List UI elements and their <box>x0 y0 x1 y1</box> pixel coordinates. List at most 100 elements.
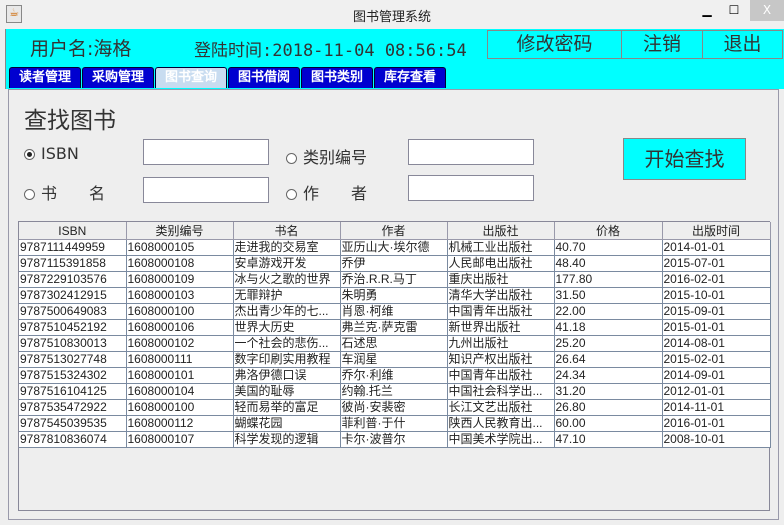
table-cell[interactable]: 九州出版社 <box>447 335 555 352</box>
table-cell[interactable]: 9787115391858 <box>19 255 127 272</box>
book-name-input[interactable] <box>143 177 269 203</box>
table-row[interactable]: 9787810836074 1608000107 科学发现的逻辑 卡尔·波普尔 中国美术… <box>19 431 771 448</box>
table-cell[interactable]: 2015-10-01 <box>662 287 771 304</box>
table-cell[interactable]: 蝴蝶花园 <box>233 415 341 432</box>
minimize-button[interactable]: ▁ <box>693 0 721 21</box>
table-cell[interactable]: 重庆出版社 <box>447 271 555 288</box>
table-cell[interactable]: 1608000100 <box>126 399 234 416</box>
table-cell[interactable]: 机械工业出版社 <box>447 239 555 256</box>
table-cell[interactable]: 世界大历史 <box>233 319 341 336</box>
radio-isbn[interactable]: ISBN <box>24 144 79 163</box>
table-row[interactable]: 9787115391858 1608000108 安卓游戏开发 乔伊 人民邮电出版社 48… <box>19 255 771 272</box>
table-cell[interactable]: 车润星 <box>340 351 448 368</box>
table-cell[interactable]: 2014-09-01 <box>662 367 771 384</box>
table-cell[interactable]: 26.64 <box>554 351 663 368</box>
table-row[interactable]: 9787229103576 1608000109 冰与火之歌的世界 乔治.R.R.马丁… <box>19 271 771 288</box>
table-cell[interactable]: 1608000103 <box>126 287 234 304</box>
category-input[interactable] <box>408 139 534 165</box>
table-cell[interactable]: 朱明勇 <box>340 287 448 304</box>
table-cell[interactable]: 41.18 <box>554 319 663 336</box>
table-cell[interactable]: 冰与火之歌的世界 <box>233 271 341 288</box>
table-cell[interactable]: 2016-02-01 <box>662 271 771 288</box>
table-row[interactable]: 9787545039535 1608000112 蝴蝶花园 菲利普·于什 陕西人民教育出… <box>19 415 771 432</box>
table-cell[interactable]: 美国的耻辱 <box>233 383 341 400</box>
tab-book-search[interactable]: 图书查询 <box>155 67 227 88</box>
table-cell[interactable]: 9787229103576 <box>19 271 127 288</box>
table-cell[interactable]: 亚历山大·埃尔德 <box>340 239 448 256</box>
table-cell[interactable]: 新世界出版社 <box>447 319 555 336</box>
table-cell[interactable]: 9787302412915 <box>19 287 127 304</box>
table-cell[interactable]: 安卓游戏开发 <box>233 255 341 272</box>
table-cell[interactable]: 中国美术学院出... <box>447 431 555 448</box>
column-header[interactable]: ISBN <box>19 222 127 240</box>
table-cell[interactable]: 1608000105 <box>126 239 234 256</box>
table-cell[interactable]: 48.40 <box>554 255 663 272</box>
table-cell[interactable]: 9787510830013 <box>19 335 127 352</box>
table-cell[interactable]: 9787545039535 <box>19 415 127 432</box>
isbn-input[interactable] <box>143 139 269 165</box>
table-cell[interactable]: 1608000104 <box>126 383 234 400</box>
table-cell[interactable]: 卡尔·波普尔 <box>340 431 448 448</box>
table-row[interactable]: 9787535472922 1608000100 轻而易举的富足 彼尚·安裴密 长江文艺… <box>19 399 771 416</box>
table-cell[interactable]: 数字印刷实用教程 <box>233 351 341 368</box>
table-cell[interactable]: 彼尚·安裴密 <box>340 399 448 416</box>
column-header[interactable]: 出版社 <box>447 222 555 240</box>
tab-purchase-management[interactable]: 采购管理 <box>82 67 154 88</box>
table-cell[interactable]: 无罪辩护 <box>233 287 341 304</box>
table-cell[interactable]: 2012-01-01 <box>662 383 771 400</box>
table-cell[interactable]: 22.00 <box>554 303 663 320</box>
table-cell[interactable]: 约翰.托兰 <box>340 383 448 400</box>
table-cell[interactable]: 9787500649083 <box>19 303 127 320</box>
column-header[interactable]: 书名 <box>233 222 341 240</box>
table-cell[interactable]: 9787513027748 <box>19 351 127 368</box>
table-cell[interactable]: 肖恩·柯维 <box>340 303 448 320</box>
tab-book-borrow[interactable]: 图书借阅 <box>228 67 300 88</box>
table-cell[interactable]: 1608000111 <box>126 351 234 368</box>
table-cell[interactable]: 菲利普·于什 <box>340 415 448 432</box>
table-cell[interactable]: 1608000109 <box>126 271 234 288</box>
table-cell[interactable]: 杰出青少年的七... <box>233 303 341 320</box>
maximize-button[interactable]: ☐ <box>720 0 748 21</box>
table-cell[interactable]: 2014-01-01 <box>662 239 771 256</box>
table-cell[interactable]: 60.00 <box>554 415 663 432</box>
logout-button[interactable]: 注销 <box>621 30 703 59</box>
table-cell[interactable]: 2014-11-01 <box>662 399 771 416</box>
table-cell[interactable]: 一个社会的悲伤... <box>233 335 341 352</box>
table-row[interactable]: 9787510452192 1608000106 世界大历史 弗兰克·萨克雷 新世界出版… <box>19 319 771 336</box>
table-cell[interactable]: 1608000100 <box>126 303 234 320</box>
table-cell[interactable]: 知识产权出版社 <box>447 351 555 368</box>
column-header[interactable]: 类别编号 <box>126 222 234 240</box>
table-cell[interactable]: 科学发现的逻辑 <box>233 431 341 448</box>
table-cell[interactable]: 清华大学出版社 <box>447 287 555 304</box>
table-cell[interactable]: 1608000107 <box>126 431 234 448</box>
table-cell[interactable]: 2015-09-01 <box>662 303 771 320</box>
table-cell[interactable]: 9787516104125 <box>19 383 127 400</box>
table-cell[interactable]: 24.34 <box>554 367 663 384</box>
table-cell[interactable]: 轻而易举的富足 <box>233 399 341 416</box>
table-cell[interactable]: 9787535472922 <box>19 399 127 416</box>
table-cell[interactable]: 中国社会科学出... <box>447 383 555 400</box>
table-cell[interactable]: 乔治.R.R.马丁 <box>340 271 448 288</box>
table-cell[interactable]: 2015-01-01 <box>662 319 771 336</box>
table-cell[interactable]: 40.70 <box>554 239 663 256</box>
column-header[interactable]: 出版时间 <box>662 222 771 240</box>
column-header[interactable]: 价格 <box>554 222 663 240</box>
table-cell[interactable]: 1608000102 <box>126 335 234 352</box>
radio-author[interactable]: 作 者 <box>286 180 367 204</box>
table-cell[interactable]: 陕西人民教育出... <box>447 415 555 432</box>
table-cell[interactable]: 人民邮电出版社 <box>447 255 555 272</box>
table-cell[interactable]: 乔伊 <box>340 255 448 272</box>
table-cell[interactable]: 25.20 <box>554 335 663 352</box>
change-password-button[interactable]: 修改密码 <box>487 30 622 59</box>
table-cell[interactable]: 中国青年出版社 <box>447 367 555 384</box>
tab-inventory[interactable]: 库存查看 <box>374 67 446 88</box>
table-cell[interactable]: 31.50 <box>554 287 663 304</box>
radio-category[interactable]: 类别编号 <box>286 144 367 168</box>
table-cell[interactable]: 26.80 <box>554 399 663 416</box>
table-row[interactable]: 9787302412915 1608000103 无罪辩护 朱明勇 清华大学出版社 31.… <box>19 287 771 304</box>
table-cell[interactable]: 长江文艺出版社 <box>447 399 555 416</box>
close-button[interactable]: X <box>750 0 784 21</box>
table-cell[interactable]: 9787810836074 <box>19 431 127 448</box>
table-cell[interactable]: 弗洛伊德口误 <box>233 367 341 384</box>
table-row[interactable]: 9787513027748 1608000111 数字印刷实用教程 车润星 知识产权出版… <box>19 351 771 368</box>
